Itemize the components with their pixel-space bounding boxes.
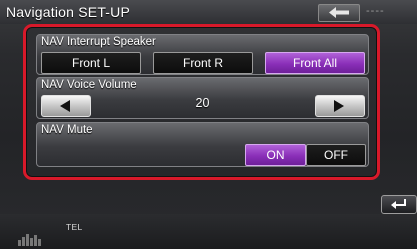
bottom-bar bbox=[0, 214, 417, 249]
nav-mute-label: NAV Mute bbox=[41, 124, 93, 136]
right-triangle-icon bbox=[334, 100, 344, 112]
settings-panel: NAV Interrupt Speaker Front L Front R Fr… bbox=[23, 24, 380, 180]
tel-label[interactable]: TEL bbox=[66, 222, 83, 232]
mute-on-button[interactable]: ON bbox=[245, 144, 306, 166]
front-all-button[interactable]: Front All bbox=[265, 52, 365, 74]
return-arrow-icon bbox=[391, 199, 406, 209]
front-r-button[interactable]: Front R bbox=[153, 52, 253, 74]
return-button[interactable] bbox=[381, 195, 417, 214]
nav-mute-section: NAV Mute ON OFF bbox=[36, 122, 369, 167]
mute-off-button[interactable]: OFF bbox=[306, 144, 366, 166]
volume-up-button[interactable] bbox=[315, 95, 365, 117]
nav-interrupt-speaker-section: NAV Interrupt Speaker Front L Front R Fr… bbox=[36, 34, 369, 75]
page-title: Navigation SET-UP bbox=[6, 4, 131, 20]
back-button[interactable] bbox=[318, 4, 360, 22]
nav-voice-volume-label: NAV Voice Volume bbox=[41, 79, 137, 91]
title-bar: Navigation SET-UP ---- bbox=[0, 0, 417, 24]
nav-setup-screen: Navigation SET-UP ---- NAV Interrupt Spe… bbox=[0, 0, 417, 249]
title-placeholder-dashes: ---- bbox=[366, 5, 385, 17]
back-arrow-icon bbox=[329, 7, 349, 18]
equalizer-icon[interactable] bbox=[18, 232, 44, 246]
front-l-button[interactable]: Front L bbox=[41, 52, 141, 74]
nav-interrupt-speaker-label: NAV Interrupt Speaker bbox=[41, 36, 156, 48]
nav-voice-volume-section: NAV Voice Volume 20 bbox=[36, 77, 369, 119]
